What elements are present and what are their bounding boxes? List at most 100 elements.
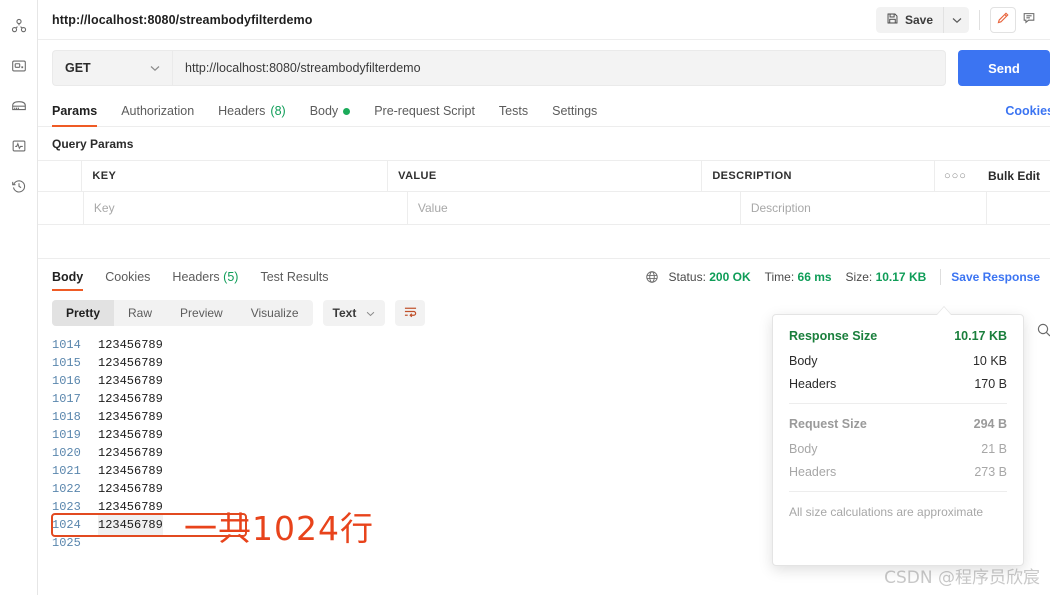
url-input-value: http://localhost:8080/streambodyfilterde… xyxy=(185,61,421,75)
tab-authorization-label: Authorization xyxy=(121,104,195,118)
response-tab-headers-label: Headers xyxy=(172,270,220,284)
tab-params-label: Params xyxy=(52,104,98,118)
line-text: 123456789 xyxy=(98,410,163,424)
size-label: Size: xyxy=(845,270,873,284)
popover-response-body-label: Body xyxy=(789,354,818,368)
view-mode-pretty[interactable]: Pretty xyxy=(52,300,115,326)
tab-tests[interactable]: Tests xyxy=(499,104,542,126)
format-select[interactable]: Text xyxy=(322,300,386,326)
time-badge[interactable]: Time: 66 ms xyxy=(765,270,832,284)
history-icon xyxy=(10,177,28,195)
line-text: 123456789 xyxy=(98,500,163,514)
table-header-row: KEY VALUE DESCRIPTION ○○○ Bulk Edit xyxy=(38,161,1050,192)
http-method-value: GET xyxy=(65,61,91,75)
status-label: Status: xyxy=(668,270,706,284)
status-value: 200 OK xyxy=(709,270,751,284)
line-text: 123456789 xyxy=(98,374,163,388)
tab-headers[interactable]: Headers (8) xyxy=(218,104,300,126)
tab-body[interactable]: Body xyxy=(310,104,365,126)
bulk-edit-label: Bulk Edit xyxy=(987,169,1040,183)
chevron-down-icon xyxy=(952,12,962,27)
line-text: 123456789 xyxy=(98,515,163,535)
tab-pre-request-script-label: Pre-request Script xyxy=(374,104,475,118)
column-header-key: KEY xyxy=(82,161,389,191)
more-options-icon: ○○○ xyxy=(944,170,967,182)
chevron-down-icon xyxy=(366,306,375,320)
status-divider xyxy=(940,269,942,285)
save-response-button[interactable]: Save Response xyxy=(951,270,1040,284)
param-key-input[interactable]: Key xyxy=(84,192,408,224)
sidebar-item-collections[interactable] xyxy=(0,6,38,46)
size-badge[interactable]: Size: 10.17 KB xyxy=(846,270,927,284)
globe-icon xyxy=(645,270,659,284)
time-label: Time: xyxy=(764,270,795,284)
column-header-value: VALUE xyxy=(388,161,703,191)
tab-authorization[interactable]: Authorization xyxy=(121,104,208,126)
view-mode-preview[interactable]: Preview xyxy=(166,300,237,326)
response-size-popover: Response Size 10.17 KB Body 10 KB Header… xyxy=(772,314,1024,566)
save-button-label: Save xyxy=(904,12,933,27)
search-icon xyxy=(1036,323,1050,341)
view-mode-raw[interactable]: Raw xyxy=(114,300,166,326)
tab-headers-count: (8) xyxy=(270,104,286,118)
query-params-label: Query Params xyxy=(52,137,134,151)
pencil-icon xyxy=(996,11,1010,28)
sidebar-item-history[interactable] xyxy=(0,166,38,206)
params-bottom-spacer xyxy=(38,225,1050,259)
table-options-button[interactable]: ○○○ xyxy=(935,161,976,191)
line-text: 123456789 xyxy=(98,338,163,352)
popover-note: All size calculations are approximate xyxy=(789,505,984,519)
tab-pre-request-script[interactable]: Pre-request Script xyxy=(374,104,489,126)
tab-tests-label: Tests xyxy=(498,104,529,118)
line-number: 1017 xyxy=(52,392,81,406)
param-key-placeholder: Key xyxy=(93,201,115,215)
line-number: 1021 xyxy=(52,464,81,478)
row-checkbox-cell xyxy=(38,161,83,191)
response-tab-cookies[interactable]: Cookies xyxy=(105,270,150,291)
bulk-edit-button[interactable]: Bulk Edit xyxy=(976,161,1050,191)
popover-request-size-value: 294 B xyxy=(973,417,1007,431)
response-status-strip: Status: 200 OK Time: 66 ms Size: 10.17 K… xyxy=(645,269,1040,285)
tab-settings-label: Settings xyxy=(552,104,598,118)
save-button-group: Save xyxy=(875,6,969,33)
request-url-row: GET http://localhost:8080/streambodyfilt… xyxy=(38,40,1050,96)
popover-request-size-label: Request Size xyxy=(789,417,867,431)
http-method-select[interactable]: GET xyxy=(52,50,172,86)
tab-params[interactable]: Params xyxy=(52,104,111,127)
param-description-input[interactable]: Description xyxy=(741,192,988,224)
table-row[interactable]: Key Value Description xyxy=(38,192,1050,225)
column-header-description: DESCRIPTION xyxy=(702,161,935,191)
edit-request-button[interactable] xyxy=(990,6,1016,33)
cookies-link[interactable]: Cookies xyxy=(1005,104,1050,118)
popover-request-body-label: Body xyxy=(789,442,818,456)
sidebar-item-environments[interactable] xyxy=(0,86,38,126)
response-tab-test-results[interactable]: Test Results xyxy=(260,270,328,291)
line-number: 1014 xyxy=(52,338,81,352)
save-button[interactable]: Save xyxy=(875,6,943,33)
response-tab-test-results-label: Test Results xyxy=(260,270,329,284)
row-checkbox-cell[interactable] xyxy=(38,192,84,224)
response-tab-body-label: Body xyxy=(52,270,84,284)
line-number: 1022 xyxy=(52,482,81,496)
line-text: 123456789 xyxy=(98,356,163,370)
sidebar-item-apis[interactable] xyxy=(0,46,38,86)
status-badge[interactable]: Status: 200 OK xyxy=(669,270,751,284)
url-input[interactable]: http://localhost:8080/streambodyfilterde… xyxy=(172,50,946,86)
response-tab-headers[interactable]: Headers (5) xyxy=(172,270,238,291)
comment-button[interactable] xyxy=(1016,7,1042,33)
popover-response-size-label: Response Size xyxy=(789,329,878,343)
param-value-input[interactable]: Value xyxy=(408,192,741,224)
word-wrap-button[interactable] xyxy=(395,300,426,326)
floppy-disk-icon xyxy=(886,12,899,28)
response-search-button[interactable] xyxy=(1036,322,1050,341)
popover-request-headers-row: Headers 273 B xyxy=(789,465,1007,479)
monitors-icon xyxy=(10,137,28,155)
response-tab-body[interactable]: Body xyxy=(52,270,84,291)
sidebar-item-monitors[interactable] xyxy=(0,126,38,166)
line-text: 123456789 xyxy=(98,392,163,406)
tab-settings[interactable]: Settings xyxy=(552,104,611,126)
send-button[interactable]: Send xyxy=(958,50,1050,86)
save-options-button[interactable] xyxy=(943,6,969,33)
view-mode-visualize[interactable]: Visualize xyxy=(237,300,313,326)
line-number: 1015 xyxy=(52,356,81,370)
